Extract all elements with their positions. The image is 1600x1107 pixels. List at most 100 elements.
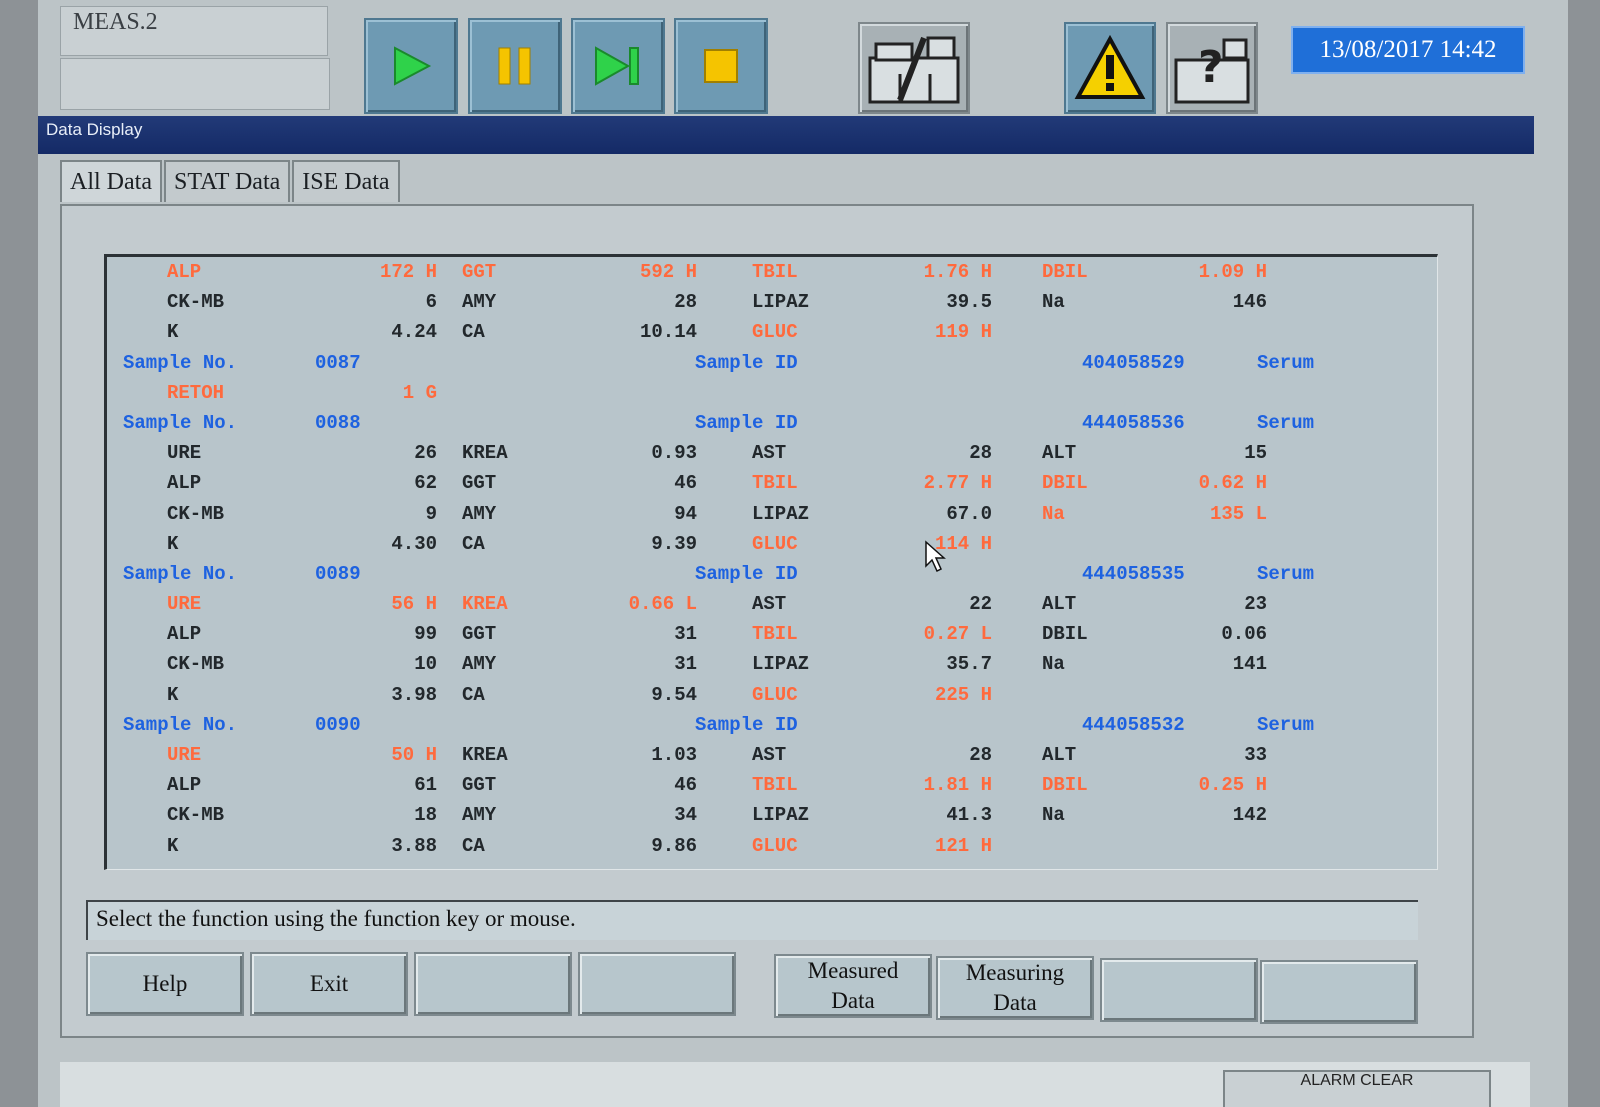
mode-indicator-secondary [60,58,330,110]
results-list[interactable]: ALP 172 H GGT 592 H TBIL 1.76 H DBIL 1.09 H CK-M… [104,254,1438,870]
analyte-name: LIPAZ [752,502,810,525]
result-row: URE 50 H KREA 1.03 AST 28 ALT 33 [107,740,1437,770]
analyte-value: 1.03 [651,744,697,766]
result-row: CK-MB 10 AMY 31 LIPAZ 35.7 Na 141 [107,649,1437,679]
help-button[interactable]: Help [86,952,244,1016]
analyzer-wrench-icon [868,36,960,104]
exit-button[interactable]: Exit [250,952,408,1016]
analyte-name: CA [462,321,485,344]
sample-id-label: Sample ID [695,411,798,434]
sample-id-label: Sample ID [695,562,798,585]
analyte-value: 0.66 L [628,593,697,616]
analyte-value: 1.09 H [1198,261,1267,283]
mouse-cursor-icon [925,540,946,573]
sample-no-value: 0087 [315,351,361,374]
analyte-name: GLUC [752,683,798,706]
sample-no-value: 0089 [315,562,361,585]
analyte-name: AMY [462,291,497,314]
analyte-value: 46 [674,472,697,495]
analyte-name: Na [1042,653,1065,676]
analyte-name: TBIL [752,261,798,283]
function-key-8[interactable] [1260,960,1418,1024]
pause-button[interactable] [468,18,562,114]
analyte-name: TBIL [752,774,798,797]
analyte-name: ALT [1042,593,1077,616]
sample-id-label: Sample ID [695,713,798,736]
maintenance-button[interactable] [858,22,970,114]
result-row: K 4.30 CA 9.39 GLUC 114 H [107,529,1437,559]
mode-indicator: MEAS.2 [60,6,328,56]
sample-header-row: Sample No. 0088 Sample ID 444058536 Serum [107,408,1437,438]
tab-stat-data[interactable]: STAT Data [163,160,291,202]
analyte-value: 4.30 [391,532,437,555]
analyte-name: Na [1042,291,1065,314]
analyte-value: 62 [414,472,437,495]
result-row: URE 56 H KREA 0.66 L AST 22 ALT 23 [107,589,1437,619]
analyte-name: K [167,834,179,857]
analyte-value: 28 [969,442,992,465]
analyte-name: ALP [167,623,202,646]
analyte-value: 4.24 [391,321,437,344]
analyte-value: 9 [425,502,437,525]
analyte-name: LIPAZ [752,804,810,827]
analyzer-question-icon: ? [1174,38,1250,104]
sample-no-label: Sample No. [123,411,238,434]
tab-ise-data[interactable]: ISE Data [292,160,400,202]
analyte-value: 35.7 [946,653,992,676]
sample-type: Serum [1257,713,1315,736]
result-row: CK-MB 18 AMY 34 LIPAZ 41.3 Na 142 [107,800,1437,830]
tab-all-data[interactable]: All Data [60,160,162,202]
stop-button[interactable] [674,18,768,114]
analyte-value: 15 [1244,442,1267,465]
analyte-name: GLUC [752,532,798,555]
analyte-value: 26 [414,442,437,465]
analyte-value: 61 [414,774,437,797]
analyte-value: 2.77 H [923,472,992,495]
analyte-name: K [167,683,179,706]
window-title: Data Display [46,120,143,139]
analyte-value: 22 [969,593,992,616]
alarm-button[interactable] [1064,22,1156,114]
analyte-name: K [167,321,179,344]
stop-icon [704,49,738,83]
analyte-value: 10 [414,653,437,676]
analyte-value: 0.25 H [1198,774,1267,797]
analyte-name: URE [167,442,202,465]
alarm-clear-button[interactable]: ALARM CLEAR [1223,1070,1491,1107]
sample-no-value: 0090 [315,713,361,736]
measuring-data-button[interactable]: Measuring Data [936,956,1094,1020]
result-row: ALP 62 GGT 46 TBIL 2.77 H DBIL 0.62 H [107,468,1437,498]
measured-data-button[interactable]: Measured Data [774,954,932,1018]
analyte-value: 3.88 [391,834,437,857]
analyte-value: 0.27 L [923,623,992,646]
analyte-value: 33 [1244,744,1267,766]
analyte-value: 121 H [934,834,992,857]
start-button[interactable] [364,18,458,114]
function-key-7[interactable] [1100,958,1258,1022]
analyte-name: CK-MB [167,502,225,525]
sample-no-label: Sample No. [123,713,238,736]
analyte-value: 146 [1232,291,1267,314]
analyte-value: 56 H [391,593,437,616]
step-button[interactable] [571,18,665,114]
analyte-name: ALP [167,261,202,283]
result-row: K 3.88 CA 9.86 GLUC 121 H [107,831,1437,861]
window-title-bar: Data Display [38,116,1534,154]
function-key-3[interactable] [414,952,572,1016]
analyte-name: GGT [462,261,497,283]
analyte-name: AST [752,744,787,766]
sample-header-row: Sample No. 0089 Sample ID 444058535 Serum [107,559,1437,589]
analyte-name: ALP [167,774,202,797]
analyte-name: GGT [462,774,497,797]
result-row: RETOH 1 G [107,378,1437,408]
help-guidance-button[interactable]: ? [1166,22,1258,114]
function-key-4[interactable] [578,952,736,1016]
analyte-name: DBIL [1042,261,1088,283]
analyte-value: 141 [1232,653,1267,676]
status-message-bar: Select the function using the function k… [86,900,1418,940]
analyte-value: 1 G [402,381,437,404]
analyte-name: DBIL [1042,774,1088,797]
analyte-name: AMY [462,502,497,525]
sample-type: Serum [1257,411,1315,434]
analyte-value: 3.98 [391,683,437,706]
